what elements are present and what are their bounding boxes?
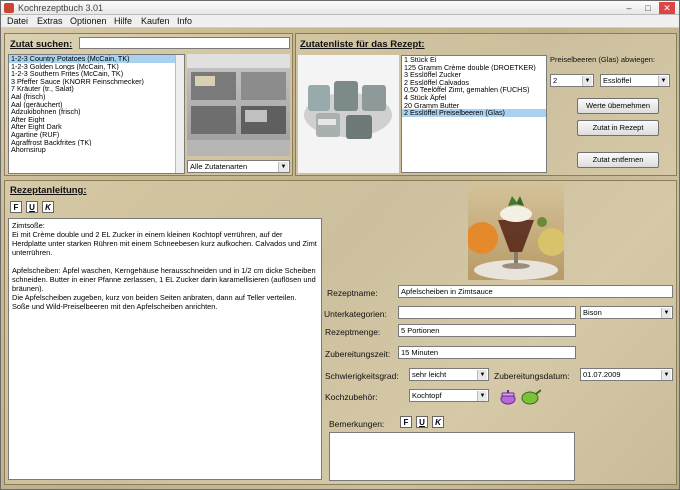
menu-hilfe[interactable]: Hilfe — [114, 16, 132, 26]
instructions-textarea[interactable]: Zimtsoße: Ei mit Crème double und 2 EL Z… — [8, 218, 322, 480]
chevron-down-icon: ▼ — [477, 370, 487, 380]
recipe-name-input[interactable]: Apfelscheiben in Zimtsauce — [398, 285, 673, 298]
list-item[interactable]: 3 Pfeffer Sauce (KNORR Feinschmecker) — [9, 78, 184, 86]
bold-button[interactable]: F — [10, 201, 22, 213]
menu-info[interactable]: Info — [177, 16, 192, 26]
italic-button[interactable]: K — [42, 201, 54, 213]
list-item[interactable]: Aal (geräuchert) — [9, 101, 184, 109]
difficulty-label: Schwierigkeitsgrad: — [325, 371, 399, 381]
chevron-down-icon: ▼ — [278, 162, 288, 172]
window-title: Kochrezeptbuch 3.01 — [18, 3, 104, 13]
prep-time-input[interactable]: 15 Minuten — [398, 346, 576, 359]
notes-underline-button[interactable]: U — [416, 416, 428, 428]
recipe-ingredients-label: Zutatenliste für das Rezept: — [300, 39, 425, 50]
close-button[interactable]: ✕ — [659, 2, 675, 14]
app-window: Kochrezeptbuch 3.01 – □ ✕ Datei Extras O… — [0, 0, 680, 490]
cookware-label: Kochzubehör: — [325, 392, 378, 402]
menu-datei[interactable]: Datei — [7, 16, 28, 26]
list-item[interactable]: 1 Stück Ei — [402, 56, 546, 64]
list-item[interactable]: Adzukibohnen (frisch) — [9, 108, 184, 116]
search-label: Zutat suchen: — [10, 39, 73, 50]
recipe-ingredient-list[interactable]: 1 Stück Ei 125 Gramm Crème double (DROET… — [401, 55, 547, 173]
menu-extras[interactable]: Extras — [37, 16, 63, 26]
chevron-down-icon: ▼ — [477, 391, 487, 401]
list-item[interactable]: 1-2-3 Southern Frites (McCain, TK) — [9, 70, 184, 78]
menu-kaufen[interactable]: Kaufen — [141, 16, 170, 26]
date-picker[interactable]: 01.07.2009 ▼ — [580, 368, 673, 381]
amount-value: 2 — [553, 76, 558, 85]
menu-bar: Datei Extras Optionen Hilfe Kaufen Info — [1, 15, 679, 28]
cookware-dropdown[interactable]: Kochtopf ▼ — [409, 389, 489, 402]
list-item[interactable]: Agartine (RUF) — [9, 131, 184, 139]
list-item[interactable]: Agraffrost Backfrites (TK) — [9, 139, 184, 147]
amount-dropdown[interactable]: 2 ▼ — [550, 74, 594, 87]
ingredient-photo — [187, 54, 290, 156]
recipe-photo — [468, 182, 564, 280]
difficulty-dropdown[interactable]: sehr leicht ▼ — [409, 368, 489, 381]
add-to-recipe-button[interactable]: Zutat in Rezept — [577, 120, 659, 136]
chevron-down-icon: ▼ — [661, 370, 671, 380]
recipe-ingredients-photo — [298, 55, 399, 173]
list-item[interactable]: 20 Gramm Butter — [402, 102, 546, 110]
list-item[interactable]: 1-2-3 Golden Longs (McCain, TK) — [9, 63, 184, 71]
chevron-down-icon: ▼ — [582, 76, 592, 86]
apply-values-button[interactable]: Werte übernehmen — [577, 98, 659, 114]
list-item[interactable]: 7 Kräuter (tr., Salat) — [9, 85, 184, 93]
list-item[interactable]: 1-2-3 Country Potatoes (McCain, TK) — [9, 55, 184, 63]
list-item[interactable]: Aal (frisch) — [9, 93, 184, 101]
notes-label: Bemerkungen: — [329, 419, 385, 429]
category-value: Alle Zutatenarten — [190, 162, 248, 171]
chevron-down-icon: ▼ — [661, 308, 671, 318]
date-label: Zubereitungsdatum: — [494, 371, 570, 381]
subcategory-value: Bison — [583, 308, 602, 317]
list-item[interactable]: 4 Stück Äpfel — [402, 94, 546, 102]
difficulty-value: sehr leicht — [412, 370, 447, 379]
notes-textarea[interactable] — [329, 432, 575, 481]
notes-bold-button[interactable]: F — [400, 416, 412, 428]
category-dropdown[interactable]: Alle Zutatenarten ▼ — [187, 160, 290, 173]
underline-button[interactable]: U — [26, 201, 38, 213]
recipe-name-label: Rezeptname: — [327, 288, 378, 298]
subcategory-input[interactable] — [398, 306, 576, 319]
unit-value: Esslöffel — [603, 76, 632, 85]
maximize-button[interactable]: □ — [640, 2, 656, 14]
list-item[interactable]: 0,50 Teelöffel Zimt, gemahlen (FUCHS) — [402, 86, 546, 94]
list-item[interactable]: 2 Esslöffel Calvados — [402, 79, 546, 87]
list-item[interactable]: After Eight Dark — [9, 123, 184, 131]
instructions-label: Rezeptanleitung: — [10, 185, 87, 196]
list-item[interactable]: After Eight — [9, 116, 184, 124]
list-item[interactable]: 3 Esslöffel Zucker — [402, 71, 546, 79]
app-icon — [4, 3, 14, 13]
list-item[interactable]: 125 Gramm Crème double (DROETKER) — [402, 64, 546, 72]
date-value: 01.07.2009 — [583, 370, 621, 379]
list-item[interactable]: Ahornsirup — [9, 146, 184, 154]
prep-time-label: Zubereitungszeit: — [325, 349, 391, 359]
recipe-amount-input[interactable]: 5 Portionen — [398, 324, 576, 337]
unit-dropdown[interactable]: Esslöffel ▼ — [600, 74, 670, 87]
minimize-button[interactable]: – — [621, 2, 637, 14]
list-scrollbar[interactable] — [175, 55, 184, 173]
list-item[interactable]: 2 Esslöffel Preiselbeeren (Glas) — [402, 109, 546, 117]
ingredient-list[interactable]: 1-2-3 Country Potatoes (McCain, TK) 1-2-… — [8, 54, 185, 174]
cookware-value: Kochtopf — [412, 391, 442, 400]
remove-ingredient-button[interactable]: Zutat entfernen — [577, 152, 659, 168]
menu-optionen[interactable]: Optionen — [70, 16, 107, 26]
pot-icon[interactable] — [499, 389, 517, 405]
search-input[interactable] — [79, 37, 290, 49]
subcategory-dropdown[interactable]: Bison ▼ — [580, 306, 673, 319]
pan-icon[interactable] — [521, 389, 542, 405]
notes-italic-button[interactable]: K — [432, 416, 444, 428]
subcategory-label: Unterkategorien: — [324, 309, 387, 319]
chevron-down-icon: ▼ — [658, 76, 668, 86]
amount-label: Rezeptmenge: — [325, 327, 381, 337]
title-bar: Kochrezeptbuch 3.01 – □ ✕ — [1, 1, 679, 15]
weigh-label: Preiselbeeren (Glas) abwiegen: — [550, 55, 656, 64]
